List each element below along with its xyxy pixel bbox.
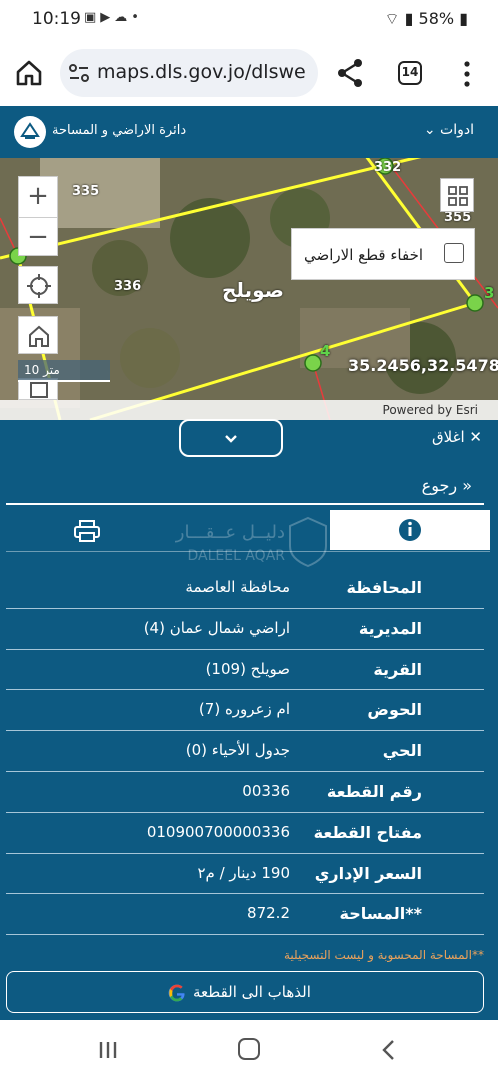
hide-parcels-checkbox[interactable] <box>444 243 464 263</box>
crosshair-icon <box>27 274 51 298</box>
attribute-row: **المساحة 872.2 <box>6 894 484 936</box>
weather-icon: ☁ <box>114 10 132 25</box>
dls-logo <box>14 116 46 148</box>
zoom-control: + − <box>18 176 58 256</box>
watermark-logo: دليــل عــقـــار DALEEL AQAR <box>175 516 327 568</box>
attribute-value: جدول الأحياء (0) <box>185 741 290 760</box>
zoom-in-button[interactable]: + <box>19 177 57 217</box>
battery-icon: ▮ <box>459 9 468 28</box>
attribute-row: المحافظة محافظة العاصمة <box>6 568 484 609</box>
locate-button[interactable] <box>18 266 58 304</box>
attribute-label: مفتاح القطعة <box>313 822 422 842</box>
recents-icon[interactable] <box>96 1040 120 1060</box>
wifi-icon: ⌔ <box>384 9 400 28</box>
notification-dot-icon: • <box>131 10 143 25</box>
attribute-label: **المساحة <box>339 904 422 924</box>
attribute-value: صويلح (109) <box>205 659 290 678</box>
go-to-parcel-label: الذهاب الى القطعة <box>193 983 311 1001</box>
layers-icon <box>30 382 48 398</box>
scale-bar: 10 متر <box>18 360 110 382</box>
chevron-down-icon: ⌄ <box>423 122 436 138</box>
youtube-icon: ▶ <box>100 10 115 25</box>
vertex-label: 3 <box>484 284 495 302</box>
attribute-row: الحي جدول الأحياء (0) <box>6 731 484 772</box>
attribute-label: رقم القطعة <box>326 781 422 801</box>
close-panel-button[interactable]: اغلاق ✕ <box>432 428 482 446</box>
map-attribution: Powered by Esri <box>0 400 498 420</box>
back-label: رجوع <box>421 476 458 495</box>
attribute-label: المديرية <box>358 618 422 638</box>
battery-level: 58% <box>418 9 455 28</box>
more-menu-icon[interactable] <box>462 60 472 88</box>
map-view[interactable]: 335 336 332 355 4 3 صويلح + − اخفاء قطع <box>0 158 498 420</box>
hide-parcels-label: اخفاء قطع الاراضي <box>304 246 424 264</box>
attribute-value: 010900700000336 <box>146 822 290 841</box>
attribute-row: القرية صويلح (109) <box>6 650 484 691</box>
attribute-label: الحوض <box>367 700 422 720</box>
parcel-attributes: المحافظة محافظة العاصمة المديرية اراضي ش… <box>6 568 484 936</box>
place-name: صويلح <box>222 278 284 302</box>
browser-toolbar: maps.dls.gov.jo/dlswe 14 <box>0 40 498 106</box>
attribute-label: السعر الإداري <box>314 863 422 883</box>
attribute-value: 190 دينار / م٢ <box>197 863 290 882</box>
home-icon[interactable] <box>14 58 44 88</box>
area-note: **المساحة المحسوبة و ليست التسجيلية <box>283 948 484 962</box>
attribute-value: 00336 <box>242 781 290 800</box>
zoom-out-button[interactable]: − <box>19 217 57 257</box>
tools-menu[interactable]: ⌄ ادوات <box>424 122 474 138</box>
close-label: اغلاق <box>432 428 465 446</box>
tools-label: ادوات <box>440 122 474 138</box>
share-icon[interactable] <box>336 58 364 88</box>
signal-icon: ▮ <box>404 9 414 28</box>
double-chevron-icon: » <box>462 476 472 495</box>
grid-icon <box>448 186 468 206</box>
attribute-label: الحي <box>382 741 422 761</box>
attribute-row: السعر الإداري 190 دينار / م٢ <box>6 854 484 895</box>
vertex-label: 4 <box>320 342 331 360</box>
parcel-label: 332 <box>374 160 402 175</box>
collapse-panel-button[interactable] <box>179 419 283 457</box>
tab-switcher-button[interactable]: 14 <box>398 61 422 85</box>
print-icon[interactable] <box>74 520 100 542</box>
back-icon[interactable] <box>380 1038 396 1062</box>
home-extent-button[interactable] <box>18 316 58 354</box>
close-icon: ✕ <box>469 428 482 446</box>
notification-icons: ▣▶☁• <box>84 10 143 25</box>
status-right: ⌔ ▮ 58% ▮ <box>384 9 468 29</box>
attribute-value: محافظة العاصمة <box>185 578 290 596</box>
attribute-value: 872.2 <box>247 904 290 923</box>
department-name: دائرة الاراضي و المساحة <box>52 123 187 138</box>
google-g-icon <box>168 984 185 1002</box>
home-icon <box>29 325 49 347</box>
back-link[interactable]: رجوع » <box>422 476 472 495</box>
system-nav-bar <box>0 1020 498 1080</box>
address-bar[interactable]: maps.dls.gov.jo/dlswe <box>60 49 318 97</box>
basemap-gallery-button[interactable] <box>440 178 474 212</box>
chevron-down-icon <box>225 435 237 443</box>
parcel-label: 335 <box>72 184 100 199</box>
parcel-label: 336 <box>114 279 142 294</box>
home-nav-icon[interactable] <box>238 1038 260 1060</box>
attribute-value: اراضي شمال عمان (4) <box>143 618 290 637</box>
go-to-parcel-button[interactable]: الذهاب الى القطعة <box>6 971 484 1013</box>
attribute-row: الحوض ام زعروره (7) <box>6 690 484 732</box>
hide-parcels-toggle[interactable]: اخفاء قطع الاراضي <box>291 228 475 280</box>
coordinates-readout: 35.2456,32.5478 <box>348 356 498 375</box>
back-row: رجوع » <box>6 472 484 505</box>
app-header: دائرة الاراضي و المساحة ⌄ ادوات <box>0 106 498 158</box>
watermark-text-en: DALEEL AQAR <box>187 548 285 564</box>
parcel-info-panel: اغلاق ✕ رجوع » دليــل عــقـــار DALEEL A… <box>0 419 498 1020</box>
attribute-label: المحافظة <box>346 578 422 597</box>
status-bar: 10:19 ▣▶☁• ⌔ ▮ 58% ▮ <box>0 0 498 40</box>
attribute-row: رقم القطعة 00336 <box>6 772 484 813</box>
image-icon: ▣ <box>84 10 101 25</box>
watermark-text-ar: دليــل عــقـــار <box>175 522 285 543</box>
url-text: maps.dls.gov.jo/dlswe <box>97 61 306 83</box>
status-time: 10:19 <box>32 9 81 29</box>
site-settings-icon[interactable] <box>68 63 90 83</box>
attribute-row: المديرية اراضي شمال عمان (4) <box>6 609 484 650</box>
attribute-row: مفتاح القطعة 010900700000336 <box>6 813 484 854</box>
attribute-label: القرية <box>373 659 422 679</box>
attribute-value: ام زعروره (7) <box>198 700 290 719</box>
